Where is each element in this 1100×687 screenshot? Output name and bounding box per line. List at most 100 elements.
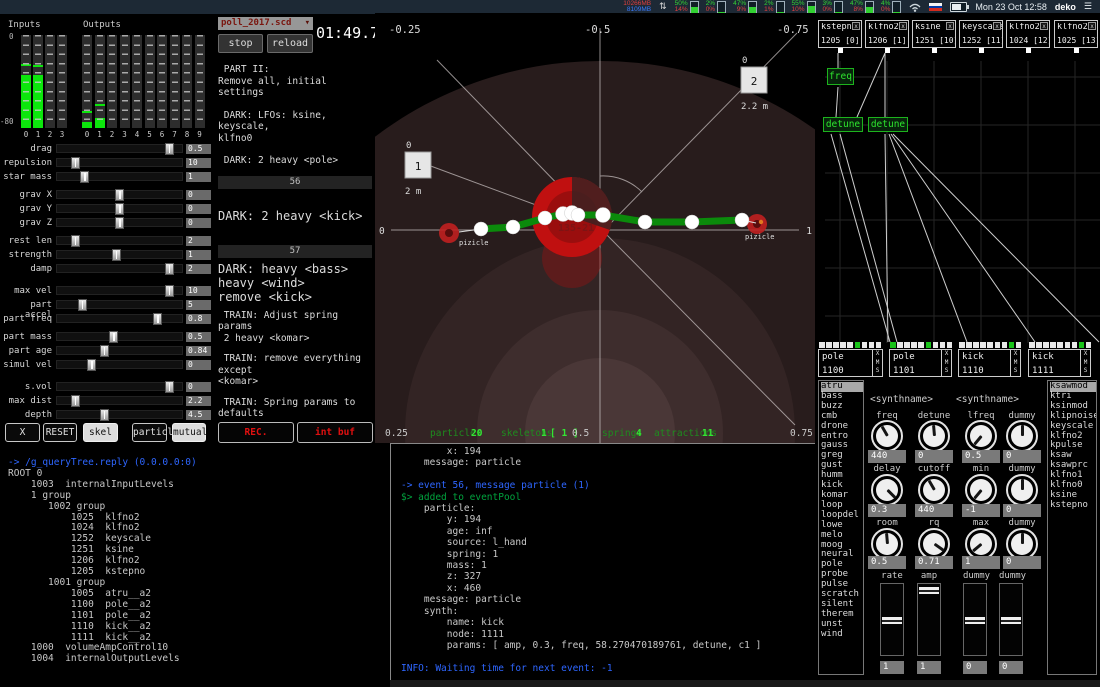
- button-x-toggle[interactable]: X: [1010, 350, 1020, 359]
- button-s-toggle[interactable]: S: [941, 367, 951, 376]
- synth-input-port[interactable]: [1029, 342, 1035, 348]
- knob-value[interactable]: 0.5: [962, 450, 1000, 463]
- param-tag-detune[interactable]: detune: [823, 117, 863, 132]
- slider-s-vol[interactable]: [56, 382, 183, 391]
- russian-flag-icon[interactable]: [929, 3, 942, 11]
- button-reset[interactable]: RESET: [43, 423, 77, 442]
- slider-value[interactable]: 0.5: [186, 332, 211, 342]
- lfo-node-klfno2[interactable]: klfno21025 [13]x: [1054, 20, 1098, 48]
- synth-input-port[interactable]: [1072, 342, 1078, 348]
- synth-input-port[interactable]: [869, 342, 875, 348]
- synth-input-port[interactable]: [1065, 342, 1071, 348]
- synth-node-pole-1101[interactable]: pole1101XMS: [889, 349, 952, 377]
- menu-icon[interactable]: ☰: [1084, 2, 1092, 12]
- slider-value[interactable]: 5: [186, 300, 211, 310]
- knob-freq[interactable]: [871, 420, 903, 452]
- synth-input-port[interactable]: [1002, 342, 1008, 348]
- knob-detune[interactable]: [918, 420, 950, 452]
- cue-counter[interactable]: 57: [218, 245, 372, 258]
- button-intbuf[interactable]: int buf: [297, 422, 373, 443]
- button-s-toggle[interactable]: S: [872, 367, 882, 376]
- slider-handle[interactable]: [78, 299, 87, 311]
- synth-input-port[interactable]: [947, 342, 953, 348]
- slider-handle[interactable]: [71, 235, 80, 247]
- slider-value[interactable]: 0: [186, 190, 211, 200]
- menubar-clock[interactable]: Mon 23 Oct 12:58: [975, 2, 1047, 12]
- synth-input-port[interactable]: [926, 342, 932, 348]
- slider-max-vel[interactable]: [56, 286, 183, 295]
- vslider-rate[interactable]: [880, 583, 904, 656]
- slider-value[interactable]: 4.5: [186, 410, 211, 420]
- slider-value[interactable]: 0.84: [186, 346, 211, 356]
- node-output-port[interactable]: [979, 48, 984, 53]
- slider-max-dist[interactable]: [56, 396, 183, 405]
- cue-counter[interactable]: 56: [218, 176, 372, 189]
- slider-rest-len[interactable]: [56, 236, 183, 245]
- synth-input-port[interactable]: [911, 342, 917, 348]
- param-tag-freq[interactable]: freq: [827, 68, 854, 85]
- file-dropdown[interactable]: ▾ poll_2017.scd: [218, 17, 313, 30]
- synth-input-port[interactable]: [1050, 342, 1056, 348]
- synth-input-port[interactable]: [987, 342, 993, 348]
- button-x-toggle[interactable]: X: [1080, 350, 1090, 359]
- lfo-node-ksine[interactable]: ksine1251 [10]x: [912, 20, 956, 48]
- slider-value[interactable]: 0: [186, 218, 211, 228]
- synth-input-port[interactable]: [1079, 342, 1085, 348]
- wifi-icon[interactable]: [909, 2, 921, 12]
- button-x-toggle[interactable]: X: [872, 350, 882, 359]
- slider-handle[interactable]: [165, 143, 174, 155]
- synth-input-port[interactable]: [918, 342, 924, 348]
- synth-input-port[interactable]: [890, 342, 896, 348]
- knob-value[interactable]: -1: [962, 504, 1000, 517]
- vslider-dummy[interactable]: [999, 583, 1023, 656]
- synth-input-port[interactable]: [980, 342, 986, 348]
- menubar-user[interactable]: deko: [1055, 2, 1076, 12]
- synth-input-port[interactable]: [876, 342, 882, 348]
- lfo-node-klfno2[interactable]: klfno21206 [1]x: [865, 20, 909, 48]
- slider-handle[interactable]: [115, 203, 124, 215]
- slider-part-accel[interactable]: [56, 300, 183, 309]
- vslider-dummy[interactable]: [963, 583, 987, 656]
- button-s-toggle[interactable]: S: [1080, 367, 1090, 376]
- node-output-port[interactable]: [1026, 48, 1031, 53]
- slider-handle[interactable]: [87, 359, 96, 371]
- slider-handle[interactable]: [100, 409, 109, 421]
- knob-value[interactable]: 0: [1003, 450, 1041, 463]
- list-item-wind[interactable]: wind: [821, 630, 863, 640]
- knob-value[interactable]: 0.5: [868, 556, 906, 569]
- vslider-amp[interactable]: [917, 583, 941, 656]
- button-x[interactable]: X: [5, 423, 40, 442]
- slider-part-freq[interactable]: [56, 314, 183, 323]
- slider-value[interactable]: 0: [186, 382, 211, 392]
- button-mutual[interactable]: mutual: [172, 423, 206, 442]
- node-output-port[interactable]: [932, 48, 937, 53]
- slider-part-age[interactable]: [56, 346, 183, 355]
- battery-icon[interactable]: [950, 2, 967, 12]
- knob-value[interactable]: 0: [915, 450, 953, 463]
- synth-input-port[interactable]: [933, 342, 939, 348]
- synth-node-kick-1111[interactable]: kick1111XMS: [1028, 349, 1091, 377]
- slider-handle[interactable]: [115, 217, 124, 229]
- slider-value[interactable]: 2: [186, 264, 211, 274]
- button-m-toggle[interactable]: M: [941, 359, 951, 368]
- lfo-node-klfno2[interactable]: klfno21024 [12]x: [1006, 20, 1050, 48]
- synth-input-port[interactable]: [897, 342, 903, 348]
- close-icon[interactable]: x: [993, 22, 1001, 30]
- close-icon[interactable]: x: [946, 22, 954, 30]
- button-m-toggle[interactable]: M: [1080, 359, 1090, 368]
- knob-lfreq[interactable]: [965, 420, 997, 452]
- synth-input-port[interactable]: [819, 342, 825, 348]
- synth-input-port[interactable]: [862, 342, 868, 348]
- param-tag-detune[interactable]: detune: [868, 117, 908, 132]
- synth-input-port[interactable]: [973, 342, 979, 348]
- synth-input-port[interactable]: [1086, 342, 1092, 348]
- slider-depth[interactable]: [56, 410, 183, 419]
- synth-input-port[interactable]: [1043, 342, 1049, 348]
- synth-input-port[interactable]: [959, 342, 965, 348]
- slider-part-mass[interactable]: [56, 332, 183, 341]
- knob-dummy[interactable]: [1006, 474, 1038, 506]
- slider-handle[interactable]: [153, 313, 162, 325]
- slider-strength[interactable]: [56, 250, 183, 259]
- button-particl[interactable]: particl: [132, 423, 167, 442]
- slider-value[interactable]: 0: [186, 204, 211, 214]
